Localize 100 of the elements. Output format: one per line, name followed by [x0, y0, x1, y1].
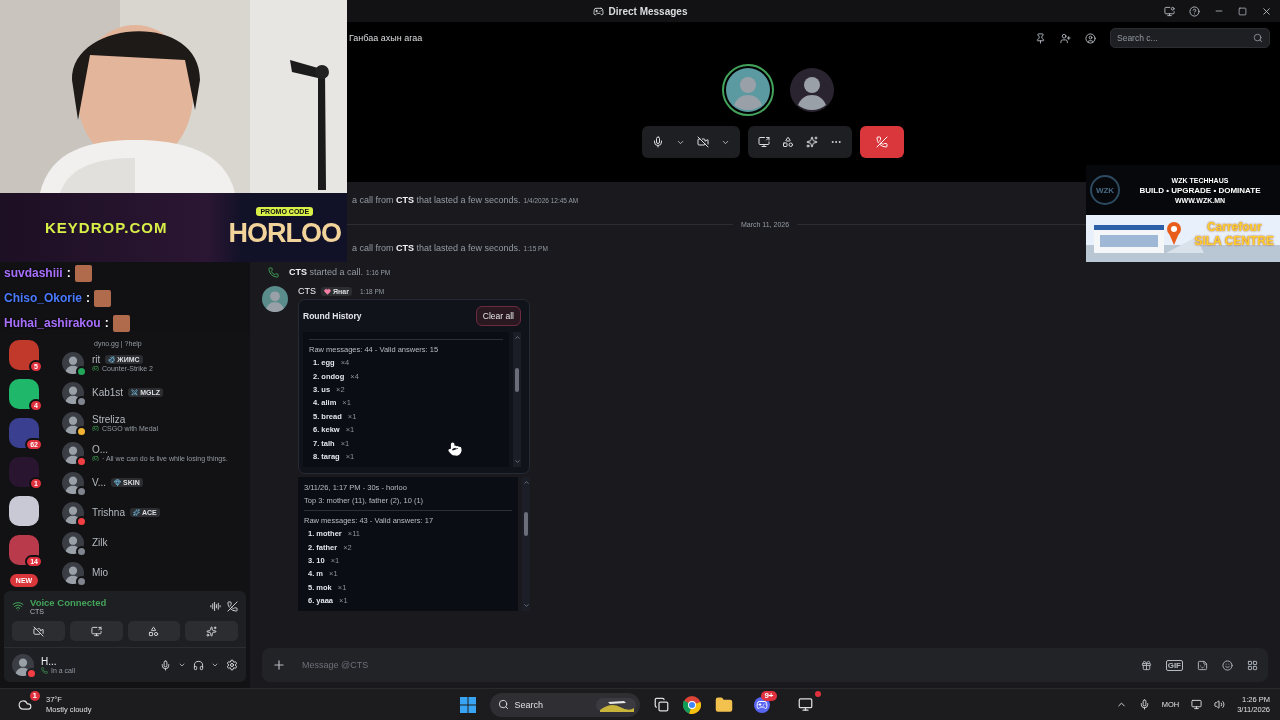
channel-title: Ганбаа ахын агаа: [349, 33, 424, 43]
emoji-icon[interactable]: [1222, 659, 1233, 671]
chat-username: suvdashiii: [4, 266, 63, 280]
microphone-icon[interactable]: [160, 659, 171, 671]
tag-icon: [108, 355, 116, 363]
chat-app-button[interactable]: 9+: [746, 690, 777, 719]
tag-icon: [133, 509, 140, 516]
chat-separator: :: [66, 266, 71, 280]
server-icon[interactable]: [9, 496, 39, 526]
gamepad-icon: [92, 454, 99, 462]
clear-all-button[interactable]: Clear all: [475, 306, 521, 326]
gamepad-icon: [753, 696, 770, 713]
pin-icon[interactable]: [1035, 32, 1046, 44]
folder-icon[interactable]: [714, 695, 733, 714]
disconnect-icon[interactable]: [227, 600, 238, 612]
screen-share-icon[interactable]: [757, 136, 770, 148]
apps-icon[interactable]: [1247, 659, 1258, 671]
chevron-icon[interactable]: [178, 661, 186, 669]
scroll-down-icon[interactable]: [513, 458, 521, 466]
scroll-up-icon[interactable]: [522, 479, 530, 487]
screen-share-button[interactable]: [69, 621, 123, 641]
user-name: H...: [41, 656, 58, 667]
add-icon[interactable]: [272, 658, 286, 672]
monitor-icon: [798, 697, 813, 712]
camera-button[interactable]: [12, 621, 65, 641]
weather-widget[interactable]: 1: [10, 690, 40, 719]
maximize-icon[interactable]: [1238, 6, 1247, 16]
signal-icon: [12, 600, 24, 612]
friend-name: O...: [92, 443, 109, 455]
browser-icon[interactable]: [682, 695, 701, 714]
windows-start-icon[interactable]: [459, 696, 476, 713]
network-icon[interactable]: [1191, 699, 1203, 710]
chat-username: Huhai_ashirakou: [4, 316, 101, 330]
message-input-field[interactable]: Message @CTS GIF: [262, 648, 1268, 682]
close-icon[interactable]: [1261, 5, 1272, 17]
soundboard-button[interactable]: [185, 621, 238, 641]
gamepad-icon: [92, 424, 99, 432]
chat-separator: :: [86, 291, 91, 305]
search-icon: [497, 699, 509, 710]
friend-name: rit: [92, 353, 101, 365]
search-field[interactable]: Search c...: [1110, 28, 1270, 48]
screen-icon[interactable]: [1164, 5, 1175, 17]
profile-icon[interactable]: [1085, 32, 1096, 44]
emote-icon: [94, 289, 112, 307]
gif-icon[interactable]: GIF: [1165, 659, 1183, 671]
volume-icon[interactable]: [1214, 699, 1226, 710]
scroll-down-icon[interactable]: [522, 602, 530, 610]
ad-store-name: Carrefour: [1206, 220, 1262, 234]
ad-tagline: BUILD • UPGRADE • DOMINATE: [1139, 185, 1261, 195]
message-author[interactable]: CTS: [298, 286, 316, 296]
scrollbar[interactable]: [522, 477, 530, 612]
author-avatar: [262, 286, 288, 312]
camera-off-icon[interactable]: [696, 136, 709, 148]
dm-item[interactable]: Zilk: [58, 528, 244, 557]
noise-suppression-icon[interactable]: [210, 600, 221, 612]
soundboard-icon[interactable]: [805, 136, 818, 148]
activities-icon[interactable]: [781, 136, 794, 148]
task-view-icon[interactable]: [653, 697, 669, 712]
camera-off-icon: [32, 625, 44, 637]
phone-icon: [268, 266, 279, 278]
phone-icon: [41, 667, 48, 674]
friend-name: Kab1st: [92, 387, 124, 398]
friend-name: Zilk: [92, 537, 108, 548]
tag-icon: [131, 389, 139, 396]
ad-store-place: SILA CENTRE: [1194, 234, 1274, 248]
friend-name: V...: [92, 477, 107, 488]
tag-icon: [114, 479, 122, 486]
hand-cursor-icon: [448, 442, 462, 456]
ad-logo: WZK: [1090, 175, 1120, 205]
activities-button[interactable]: [127, 621, 181, 641]
embed-title: Round History: [303, 311, 362, 321]
microphone-icon[interactable]: [651, 136, 664, 148]
friend-name: Mio: [92, 567, 109, 578]
screen-share-icon: [90, 625, 102, 637]
sparkles-icon: [206, 625, 218, 637]
window-title: Direct Messages: [608, 5, 688, 17]
scrollbar[interactable]: [513, 332, 521, 468]
microphone-icon[interactable]: [1138, 699, 1150, 710]
help-icon[interactable]: [1189, 5, 1200, 17]
gamepad-icon: [92, 364, 99, 372]
voice-status: Voice Connected: [30, 597, 108, 608]
avatar: [62, 381, 84, 404]
taskbar-search[interactable]: Search: [489, 692, 640, 717]
friend-name: Trishna: [92, 507, 125, 518]
avatar: [62, 441, 84, 464]
search-icon: [1253, 33, 1263, 43]
dm-item[interactable]: Mio: [58, 558, 244, 587]
avatar: [62, 531, 84, 554]
promo-site: KEYDROP.COM: [45, 219, 168, 236]
end-call-button[interactable]: [859, 126, 904, 158]
add-friend-icon[interactable]: [1060, 32, 1071, 44]
notification-dot: [814, 690, 821, 697]
settings-icon[interactable]: [226, 659, 238, 671]
chevron-icon[interactable]: [211, 661, 219, 669]
scroll-up-icon[interactable]: [513, 334, 521, 341]
notification-badge: 9+: [761, 690, 777, 701]
gift-icon[interactable]: [1140, 659, 1152, 671]
sticker-icon[interactable]: [1197, 659, 1208, 671]
friend-name: Streliza: [92, 413, 126, 425]
headphones-icon[interactable]: [193, 659, 204, 671]
